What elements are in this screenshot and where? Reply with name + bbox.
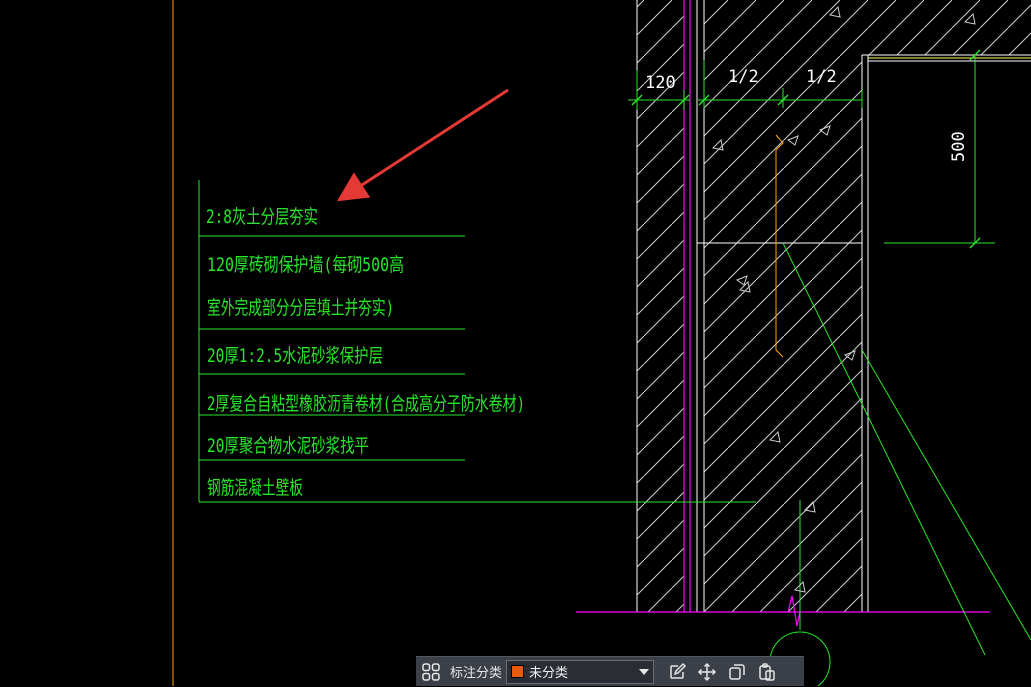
category-select[interactable]: 未分类 [506,659,655,684]
cad-drawing-canvas[interactable]: 120 1/2 1/2 500 2:8灰土分层夯实 120厚砖砌保护墙(每砌50… [0,0,1031,686]
paste-icon [759,662,775,681]
dimension-500 [969,49,981,249]
move-button[interactable] [692,657,722,687]
copy-icon [729,663,745,680]
annotation-toolbar: 标注分类 未分类 [416,656,804,686]
layer-label: 2厚复合自粘型橡胶沥青卷材(合成高分子防水卷材) [207,393,525,415]
category-value: 未分类 [529,665,569,680]
layer-label: 2:8灰土分层夯实 [206,206,318,228]
dimension-text-500: 500 [949,131,969,162]
paste-button[interactable] [752,657,782,687]
move-icon [697,662,717,681]
chevron-down-icon [639,668,650,675]
annotation-arrow [336,88,509,202]
layer-label: 20厚聚合物水泥砂浆找平 [207,435,369,457]
layer-label: 120厚砖砌保护墙(每砌500高 [207,254,404,276]
layer-label: 室外完成部分分层填土并夯实) [207,297,394,319]
grid-icon [422,662,440,681]
dimension-text-half-left: 1/2 [728,67,759,87]
slab-hatch [862,0,1031,55]
grid-menu-button[interactable] [416,657,446,687]
dimension-text-120: 120 [645,73,676,93]
dimension-text-half-right: 1/2 [806,67,837,87]
copy-button[interactable] [722,657,752,687]
category-label: 标注分类 [450,665,503,680]
edit-button[interactable] [662,657,692,687]
layer-label: 20厚1:2.5水泥砂浆保护层 [207,345,383,367]
diagonal-line-2 [861,349,1031,641]
layer-label: 钢筋混凝土壁板 [207,477,303,499]
category-color-swatch [511,665,525,678]
edit-icon [670,662,687,679]
